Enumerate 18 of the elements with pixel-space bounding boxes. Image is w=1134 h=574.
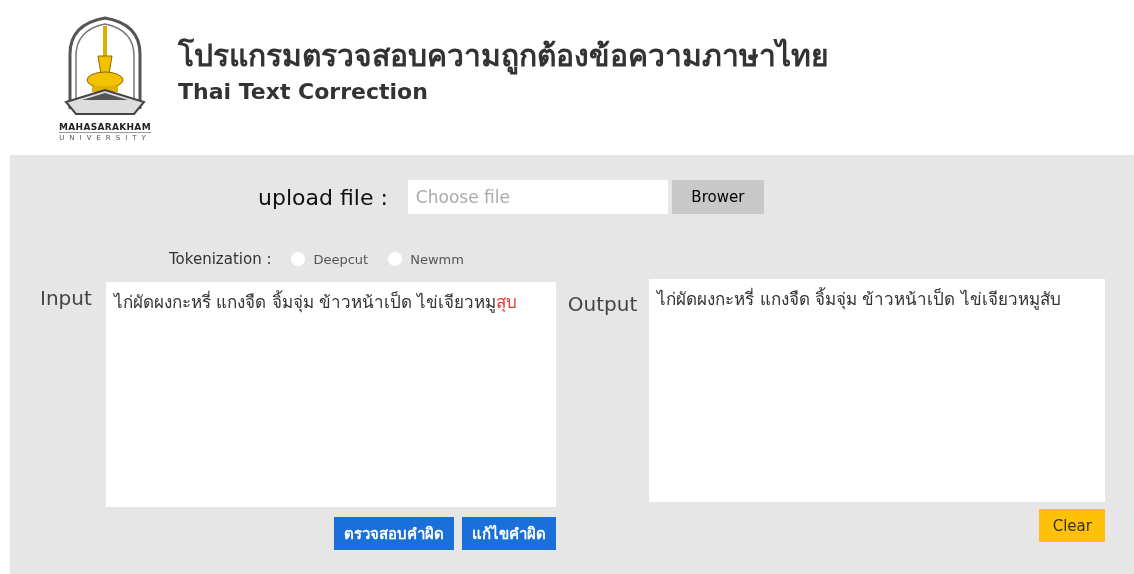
check-spelling-button[interactable]: ตรวจสอบคำผิด <box>333 517 454 550</box>
file-field[interactable]: Choose file <box>407 180 668 214</box>
radio-button[interactable] <box>388 252 403 266</box>
radio-label: Deepcut <box>313 251 369 267</box>
output-label: Output <box>567 291 638 316</box>
radio-button[interactable] <box>291 252 306 266</box>
input-label: Input <box>40 285 92 310</box>
radio-label: Newmm <box>410 251 464 267</box>
logo-wordmark: MAHASARAKHAM <box>59 121 151 132</box>
input-text-area[interactable]: ไก่ผัดผงกะหรี่ แกงจืด จิ้มจุ่ม ข้าวหน้าเป็ด ไข่เจียวหมูสุบ <box>105 282 556 507</box>
upload-label: upload file : <box>258 184 388 210</box>
tokenization-label: Tokenization : <box>169 250 272 268</box>
page-title: โปรแกรมตรวจสอบความถูกต้องข้อความภาษาไทย <box>178 36 829 77</box>
output-text-area[interactable]: ไก่ผัดผงกะหรี่ แกงจืด จิ้มจุ่ม ข้าวหน้าเป็ด ไข่เจียวหมูสับ <box>649 279 1106 502</box>
clear-button[interactable]: Clear <box>1039 509 1106 542</box>
correct-spelling-button[interactable]: แก้ไขคำผิด <box>461 517 556 550</box>
page-subtitle: Thai Text Correction <box>178 78 429 104</box>
browse-button[interactable]: Brower <box>671 180 764 214</box>
